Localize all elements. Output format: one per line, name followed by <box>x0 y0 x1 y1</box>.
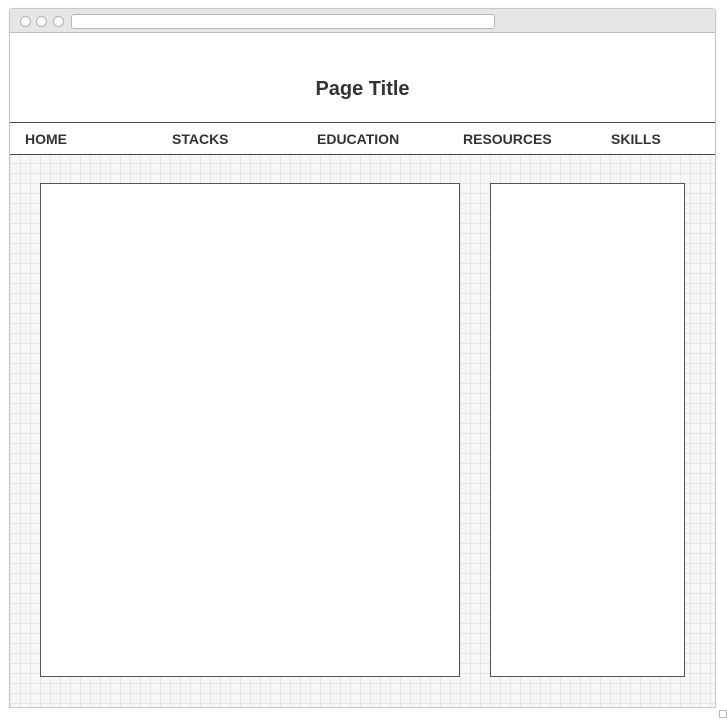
address-bar[interactable] <box>71 14 495 29</box>
nav-item-home[interactable]: HOME <box>25 131 67 147</box>
nav-item-skills[interactable]: SKILLS <box>611 131 661 147</box>
browser-toolbar <box>10 9 715 33</box>
nav-item-resources[interactable]: RESOURCES <box>463 131 552 147</box>
main-navigation: HOME STACKS EDUCATION RESOURCES SKILLS <box>10 123 715 155</box>
page-title: Page Title <box>315 78 410 100</box>
browser-window: Page Title HOME STACKS EDUCATION RESOURC… <box>9 8 716 708</box>
window-close-button[interactable] <box>20 16 31 27</box>
window-minimize-button[interactable] <box>36 16 47 27</box>
sidebar-panel <box>490 183 685 677</box>
main-content-panel <box>40 183 460 677</box>
page-viewport: Page Title HOME STACKS EDUCATION RESOURC… <box>10 33 715 707</box>
window-maximize-button[interactable] <box>53 16 64 27</box>
page-header: Page Title <box>10 33 715 123</box>
nav-item-education[interactable]: EDUCATION <box>317 131 399 147</box>
nav-item-stacks[interactable]: STACKS <box>172 131 229 147</box>
window-resize-handle[interactable] <box>719 710 727 718</box>
